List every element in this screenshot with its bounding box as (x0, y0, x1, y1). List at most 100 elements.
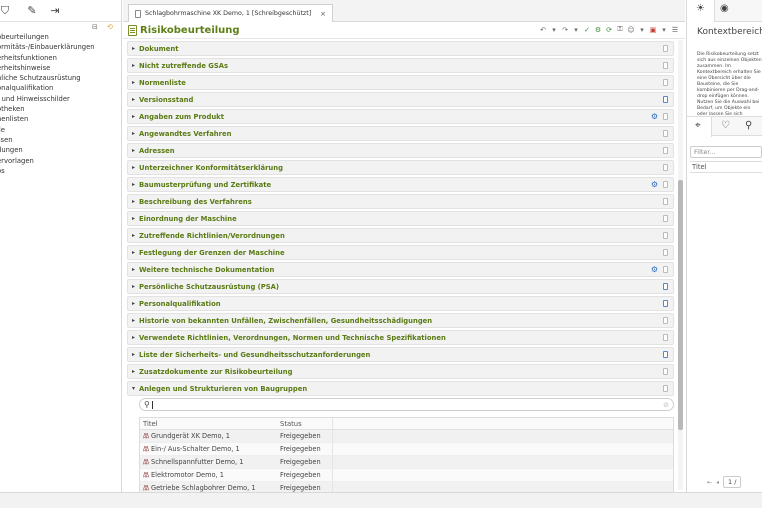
tree-item[interactable]: dungen (0, 145, 121, 155)
eye-icon[interactable]: ◉ (720, 3, 729, 14)
tree-item[interactable]: erheitsfunktionen (0, 53, 121, 63)
chevron-right-icon[interactable]: ▸ (132, 147, 135, 155)
shield-icon[interactable]: ⛉ (0, 4, 12, 18)
chevron-right-icon[interactable]: ▸ (132, 300, 135, 308)
user-icon[interactable]: ☺ (627, 26, 635, 34)
tree-item[interactable]: otheken (0, 104, 121, 114)
clear-icon[interactable]: ⊘ (663, 400, 669, 410)
section-header[interactable]: ▸ Angaben zum Produkt ⚙ (127, 109, 674, 124)
chevron-right-icon[interactable]: ▸ (132, 368, 135, 376)
checkin-icon[interactable]: ✓ (583, 26, 591, 34)
tree-item[interactable]: erheitshinweise (0, 63, 121, 73)
menu-icon[interactable]: ☰ (671, 26, 679, 34)
editor-scrollbar[interactable] (678, 40, 683, 490)
section-header[interactable]: ▾ Anlegen und Strukturieren von Baugruppe… (127, 381, 674, 396)
tree-item[interactable]: ssen (0, 135, 121, 145)
tree-item[interactable]: nenlisten (0, 114, 121, 124)
export-icon[interactable]: ⇥ (48, 4, 62, 18)
undo-icon[interactable]: ↶ (539, 26, 547, 34)
tree-item[interactable]: nliche Schutzausrüstung (0, 73, 121, 83)
chevron-right-icon[interactable]: ▸ (132, 249, 135, 257)
document-icon[interactable] (663, 45, 668, 52)
table-row[interactable]: 品 Ein-/ Aus-Schalter Demo, 1 Freigegeben (140, 443, 673, 456)
section-header[interactable]: ▸ Zutreffende Richtlinien/Verordnungen (127, 228, 674, 243)
document-icon[interactable] (663, 266, 668, 273)
chevron-right-icon[interactable]: ▸ (132, 62, 135, 70)
gear-icon[interactable]: ⚙ (651, 112, 658, 122)
document-icon[interactable] (663, 79, 668, 86)
tree-item[interactable]: os (0, 166, 121, 176)
chevron-down-icon[interactable]: ▾ (132, 385, 135, 393)
sync-icon[interactable]: ⟲ (107, 22, 113, 32)
chevron-right-icon[interactable]: ▸ (132, 130, 135, 138)
chevron-right-icon[interactable]: ▸ (132, 215, 135, 223)
section-header[interactable]: ▸ Persönliche Schutzausrüstung (PSA) (127, 279, 674, 294)
collapse-all-icon[interactable]: ⊟ (92, 22, 98, 32)
section-header[interactable]: ▸ Nicht zutreffende GSAs (127, 58, 674, 73)
column-header-status[interactable]: Status (277, 418, 332, 429)
settings-icon[interactable]: ⚙ (594, 26, 602, 34)
dropdown-icon[interactable]: ▾ (550, 26, 558, 34)
page-indicator[interactable]: 1 / (723, 476, 742, 488)
tree-item[interactable]: ervorlagen (0, 156, 121, 166)
scrollbar-thumb[interactable] (678, 180, 683, 430)
first-page-icon[interactable]: ⇤ (707, 479, 712, 486)
section-header[interactable]: ▸ Weitere technische Dokumentation ⚙ (127, 262, 674, 277)
section-header[interactable]: ▸ Adressen (127, 143, 674, 158)
section-header[interactable]: ▸ Baumusterprüfung und Zertifikate ⚙ (127, 177, 674, 192)
document-icon[interactable] (663, 283, 668, 290)
gear-icon[interactable]: ⚙ (651, 180, 658, 190)
editor-tab[interactable]: Schlagbohrmaschine XK Demo, 1 [Schreibge… (128, 4, 334, 22)
document-icon[interactable] (663, 147, 668, 154)
section-header[interactable]: ▸ Dokument (127, 41, 674, 56)
lock-icon[interactable]: ⚿ (616, 25, 624, 34)
document-icon[interactable] (663, 130, 668, 137)
document-icon[interactable] (663, 232, 668, 239)
document-icon[interactable] (663, 164, 668, 171)
chevron-right-icon[interactable]: ▸ (132, 181, 135, 189)
dropdown-icon[interactable]: ▾ (660, 26, 668, 34)
edit-icon[interactable]: ✎ (25, 4, 39, 18)
document-icon[interactable] (663, 198, 668, 205)
section-header[interactable]: ▸ Normenliste (127, 75, 674, 90)
table-row[interactable]: 品 Grundgerät XK Demo, 1 Freigegeben (140, 430, 673, 443)
tree-item[interactable]: onalqualifikation (0, 83, 121, 93)
chevron-right-icon[interactable]: ▸ (132, 113, 135, 121)
gear-icon[interactable]: ⚙ (651, 265, 658, 275)
close-icon[interactable]: × (320, 10, 326, 18)
chevron-right-icon[interactable]: ▸ (132, 198, 135, 206)
document-icon[interactable] (663, 351, 668, 358)
tree-item[interactable]: obeurteilungen (0, 32, 121, 42)
section-header[interactable]: ▸ Angewandtes Verfahren (127, 126, 674, 141)
chevron-right-icon[interactable]: ▸ (132, 96, 135, 104)
section-header[interactable]: ▸ Verwendete Richtlinien, Verordnungen, N… (127, 330, 674, 345)
tree-item[interactable]: lle (0, 125, 121, 135)
tree-item[interactable]: - und Hinweisschilder (0, 94, 121, 104)
chevron-right-icon[interactable]: ▸ (132, 351, 135, 359)
heart-icon[interactable]: ♡ (721, 120, 730, 131)
chevron-right-icon[interactable]: ▸ (132, 334, 135, 342)
refresh-icon[interactable]: ⟳ (605, 26, 613, 34)
section-header[interactable]: ▸ Liste der Sicherheits- und Gesundheitss… (127, 347, 674, 362)
context-column-header[interactable]: Titel (690, 161, 762, 173)
column-header-title[interactable]: Titel (140, 418, 277, 429)
section-header[interactable]: ▸ Festlegung der Grenzen der Maschine (127, 245, 674, 260)
chevron-right-icon[interactable]: ▸ (132, 232, 135, 240)
chevron-right-icon[interactable]: ▸ (132, 283, 135, 291)
section-header[interactable]: ▸ Zusatzdokumente zur Risikobeurteilung (127, 364, 674, 379)
document-icon[interactable] (663, 368, 668, 375)
chevron-right-icon[interactable]: ▸ (132, 79, 135, 87)
section-header[interactable]: ▸ Personalqualifikation (127, 296, 674, 311)
search-icon[interactable]: ⚲ (745, 120, 752, 131)
document-icon[interactable] (663, 317, 668, 324)
document-icon[interactable] (663, 62, 668, 69)
section-header[interactable]: ▸ Beschreibung des Verfahrens (127, 194, 674, 209)
chevron-right-icon[interactable]: ▸ (132, 164, 135, 172)
document-icon[interactable] (663, 334, 668, 341)
table-row[interactable]: 品 Elektromotor Demo, 1 Freigegeben (140, 469, 673, 482)
pdf-icon[interactable]: ▣ (649, 26, 657, 34)
chevron-right-icon[interactable]: ▸ (132, 266, 135, 274)
chevron-right-icon[interactable]: ▸ (132, 317, 135, 325)
redo-icon[interactable]: ↷ (561, 26, 569, 34)
table-row[interactable]: 品 Schnellspannfutter Demo, 1 Freigegeben (140, 456, 673, 469)
